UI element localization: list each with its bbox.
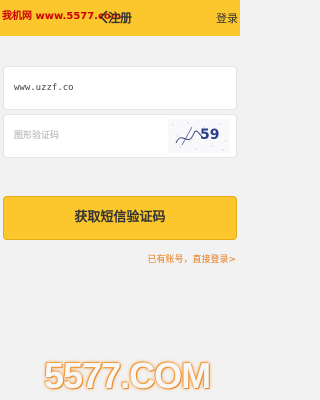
captcha-image[interactable]: 59 (168, 119, 230, 153)
watermark-bottom: 5577.COM (44, 355, 211, 396)
login-button[interactable]: 登录 (216, 10, 238, 26)
back-arrow-icon[interactable] (100, 10, 108, 24)
account-input[interactable] (14, 79, 164, 97)
captcha-field[interactable]: 59 (3, 114, 237, 158)
captcha-text: 59 (200, 127, 219, 143)
existing-account-login-link[interactable]: 已有账号，直接登录> (147, 252, 236, 265)
top-bar: 我机网 www.5577.com 注册 登录 (0, 0, 240, 36)
captcha-input[interactable] (14, 127, 164, 145)
get-sms-code-button[interactable]: 获取短信验证码 (3, 196, 237, 240)
page-title: 注册 (108, 11, 133, 25)
account-field[interactable] (3, 66, 237, 110)
